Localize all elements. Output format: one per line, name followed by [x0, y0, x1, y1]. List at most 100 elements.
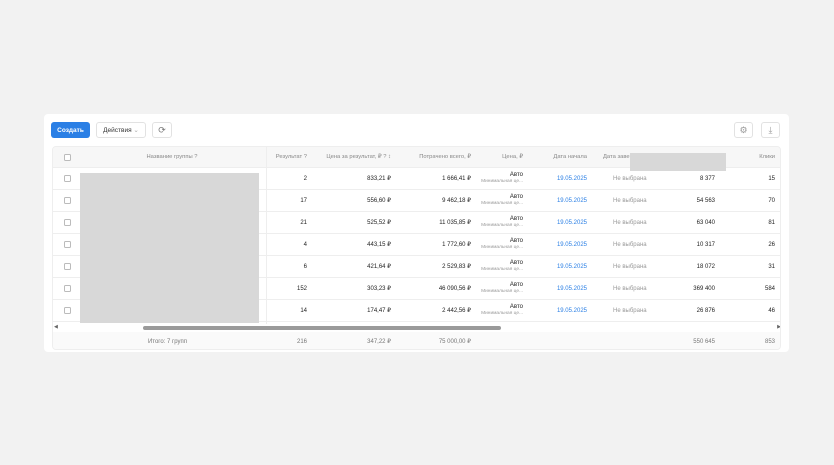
price-per-result: 174,47 ₽: [367, 308, 391, 314]
redacted-group-names: [80, 173, 259, 323]
result: 6: [303, 263, 307, 270]
price-cell: Авто Минимальная це...: [463, 190, 523, 211]
totals-spent: 75 000,00 ₽: [438, 339, 471, 345]
metric-value: 10 317: [696, 241, 715, 248]
price-cell: Авто Минимальная це...: [463, 234, 523, 255]
price-cell: Авто Минимальная це...: [463, 300, 523, 321]
result: 4: [303, 241, 307, 248]
row-checkbox[interactable]: [63, 263, 71, 270]
price-per-result: 443,15 ₽: [367, 242, 391, 248]
metric-value: 369 400: [693, 285, 715, 292]
select-all-checkbox[interactable]: [63, 153, 71, 161]
result: 21: [300, 219, 307, 226]
download-button[interactable]: ⤓: [761, 122, 780, 138]
clicks: 46: [768, 307, 775, 314]
start-date-link[interactable]: 19.05.2025: [523, 190, 587, 211]
header-clicks[interactable]: Клики: [719, 147, 775, 167]
header-price[interactable]: Цена, ₽: [473, 147, 523, 167]
start-date-link[interactable]: 19.05.2025: [523, 256, 587, 277]
row-checkbox[interactable]: [63, 219, 71, 226]
clicks: 15: [768, 175, 775, 182]
row-checkbox[interactable]: [63, 285, 71, 292]
actions-dropdown[interactable]: Действия ⌄: [96, 122, 146, 138]
chevron-down-icon: ⌄: [133, 127, 139, 134]
metric-value: 18 072: [696, 263, 715, 270]
price-strategy: Минимальная це...: [481, 223, 523, 229]
table-header: Название группы ? Результат ? Цена за ре…: [53, 147, 780, 171]
download-icon: ⤓: [768, 124, 773, 135]
info-icon: ?: [194, 154, 198, 160]
groups-table: Название группы ? Результат ? Цена за ре…: [52, 146, 781, 350]
scroll-left-arrow[interactable]: ◀: [54, 324, 58, 330]
price-cell: Авто Минимальная це...: [463, 212, 523, 233]
info-icon: ?: [303, 154, 307, 160]
header-result[interactable]: Результат ?: [267, 147, 307, 167]
refresh-button[interactable]: ⟳: [152, 122, 172, 138]
horizontal-scrollbar[interactable]: ◀ ▶: [53, 324, 780, 332]
scroll-right-arrow[interactable]: ▶: [777, 324, 780, 330]
result: 17: [300, 197, 307, 204]
price-per-result: 421,64 ₽: [367, 264, 391, 270]
result: 152: [296, 285, 307, 292]
refresh-icon: ⟳: [158, 124, 166, 135]
price-cell: Авто Минимальная це...: [463, 278, 523, 299]
header-start-date[interactable]: Дата начала: [523, 147, 587, 167]
row-checkbox[interactable]: [63, 241, 71, 248]
price-strategy: Минимальная це...: [481, 179, 523, 185]
header-price-per-result[interactable]: Цена за результат, ₽ ? ↕: [311, 147, 391, 167]
result: 14: [300, 307, 307, 314]
price-per-result: 833,21 ₽: [367, 176, 391, 182]
info-icon: ?: [383, 154, 387, 160]
scrollbar-thumb[interactable]: [143, 326, 501, 330]
spent: 2 442,56 ₽: [442, 308, 471, 314]
spent: 1 666,41 ₽: [442, 176, 471, 182]
totals-metric: 550 645: [693, 338, 715, 345]
price-strategy: Минимальная це...: [481, 245, 523, 251]
clicks: 31: [768, 263, 775, 270]
totals-clicks: 853: [764, 338, 775, 345]
result: 2: [303, 175, 307, 182]
spent: 11 035,85 ₽: [439, 220, 471, 226]
price-strategy: Минимальная це...: [481, 267, 523, 273]
clicks: 81: [768, 219, 775, 226]
clicks: 70: [768, 197, 775, 204]
row-checkbox[interactable]: [63, 175, 71, 182]
start-date-link[interactable]: 19.05.2025: [523, 168, 587, 189]
spent: 9 462,18 ₽: [442, 198, 471, 204]
price-per-result: 303,23 ₽: [367, 286, 391, 292]
totals-row: Итого: 7 групп 216 347,22 ₽ 75 000,00 ₽ …: [53, 332, 780, 349]
clicks: 26: [768, 241, 775, 248]
price-strategy: Минимальная це...: [481, 289, 523, 295]
spent: 46 090,56 ₽: [438, 286, 471, 292]
price-cell: Авто Минимальная це...: [463, 256, 523, 277]
row-checkbox[interactable]: [63, 197, 71, 204]
actions-label: Действия: [103, 126, 132, 134]
ad-groups-panel: Создать Действия ⌄ ⟳ ⚙ ⤓ Название группы…: [44, 114, 789, 352]
price-cell: Авто Минимальная це...: [463, 168, 523, 189]
header-spent[interactable]: Потрачено всего, ₽: [393, 147, 471, 167]
gear-icon: ⚙: [739, 124, 748, 135]
sort-icon: ↕: [388, 154, 391, 160]
row-checkbox[interactable]: [63, 307, 71, 314]
totals-result: 216: [296, 338, 307, 345]
totals-price-per-result: 347,22 ₽: [367, 339, 391, 345]
clicks: 584: [764, 285, 775, 292]
metric-value: 63 040: [696, 219, 715, 226]
price-strategy: Минимальная це...: [481, 201, 523, 207]
price-per-result: 525,52 ₽: [367, 220, 391, 226]
totals-label: Итого: 7 групп: [147, 338, 187, 345]
start-date-link[interactable]: 19.05.2025: [523, 300, 587, 321]
spent: 2 529,83 ₽: [442, 264, 471, 270]
price-per-result: 556,60 ₽: [367, 198, 391, 204]
start-date-link[interactable]: 19.05.2025: [523, 212, 587, 233]
start-date-link[interactable]: 19.05.2025: [523, 278, 587, 299]
metric-value: 8 377: [699, 175, 715, 182]
header-name[interactable]: Название группы ?: [77, 147, 267, 167]
metric-value: 54 563: [696, 197, 715, 204]
create-button[interactable]: Создать: [51, 122, 90, 138]
settings-button[interactable]: ⚙: [734, 122, 753, 138]
metric-value: 26 876: [696, 307, 715, 314]
column-divider: [266, 147, 267, 324]
start-date-link[interactable]: 19.05.2025: [523, 234, 587, 255]
spent: 1 772,60 ₽: [442, 242, 471, 248]
